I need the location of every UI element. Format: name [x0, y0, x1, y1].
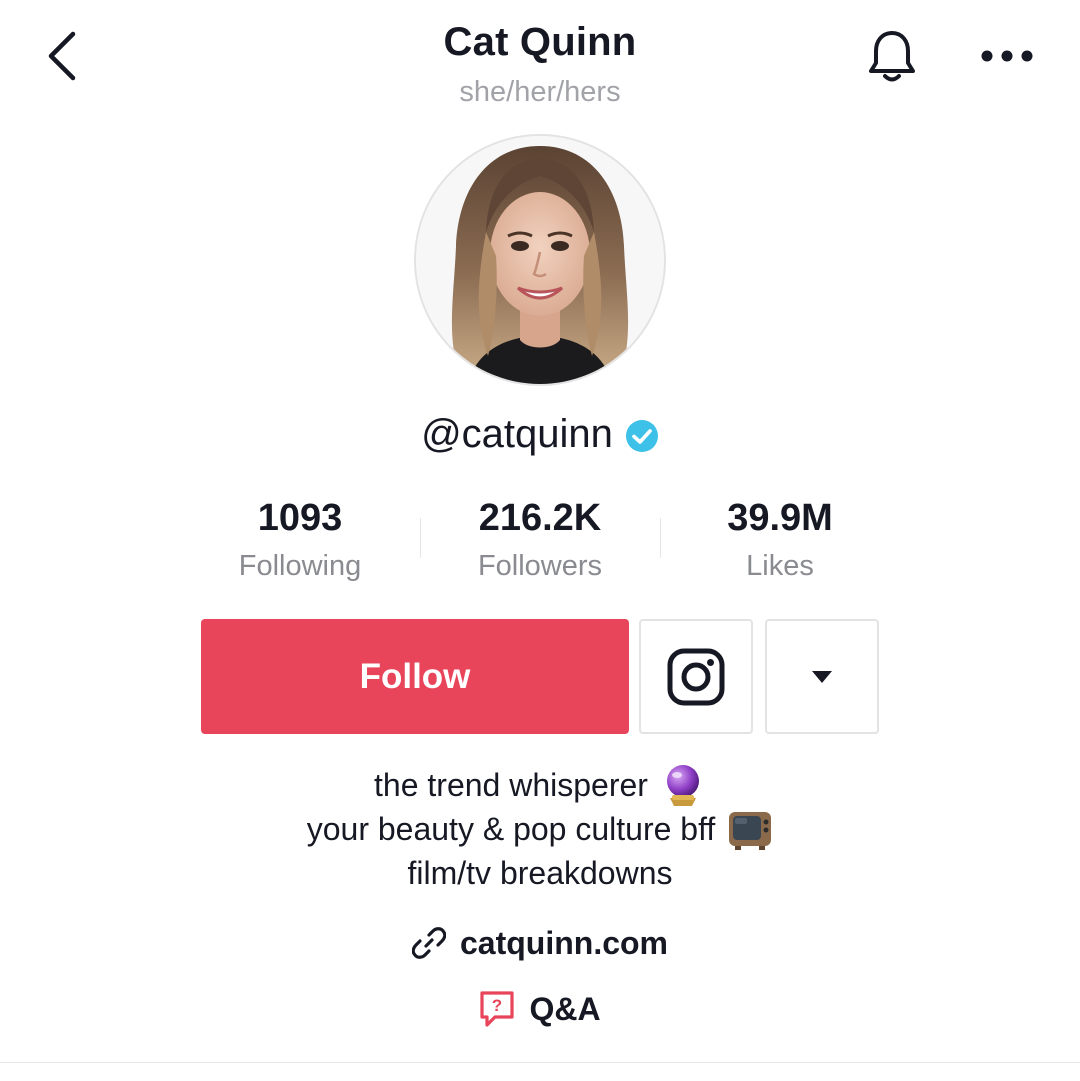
- stat-label: Following: [238, 550, 362, 582]
- bio-line: your beauty & pop culture bff: [0, 807, 1080, 851]
- username-row: @catquinn: [0, 406, 1080, 462]
- profile-link[interactable]: catquinn.com: [0, 918, 1080, 968]
- stat-label: Followers: [477, 550, 603, 582]
- section-divider: [0, 1062, 1080, 1063]
- more-actions-dropdown[interactable]: [765, 619, 879, 734]
- link-icon: [411, 927, 446, 959]
- crystal-ball-icon: [666, 765, 699, 806]
- instagram-icon: [667, 648, 725, 705]
- follow-button[interactable]: Follow: [201, 619, 629, 734]
- stat-value: 216.2K: [478, 497, 602, 539]
- avatar-image: [416, 136, 664, 384]
- stats-bar: 1093 Following 216.2K Followers 39.9M Li…: [180, 494, 900, 590]
- stat-likes[interactable]: 39.9M Likes: [660, 494, 900, 590]
- bio: the trend whisperer your beauty & pop cu…: [0, 763, 1080, 895]
- stat-label: Likes: [746, 550, 814, 582]
- bio-text: the trend whisperer: [374, 767, 648, 803]
- question-bubble-icon: ?: [480, 991, 515, 1027]
- television-icon: [729, 812, 772, 850]
- more-options-button[interactable]: [976, 28, 1038, 84]
- notifications-button[interactable]: [860, 24, 924, 88]
- verified-badge-icon: [625, 420, 658, 452]
- avatar[interactable]: [414, 134, 666, 386]
- link-text: catquinn.com: [459, 924, 668, 961]
- bio-text: film/tv breakdowns: [407, 855, 673, 891]
- stat-value: 39.9M: [727, 497, 833, 539]
- stat-following[interactable]: 1093 Following: [180, 494, 420, 590]
- instagram-button[interactable]: [639, 619, 753, 734]
- qa-link[interactable]: ? Q&A: [0, 984, 1080, 1034]
- username: @catquinn: [421, 412, 613, 456]
- svg-text:?: ?: [492, 996, 502, 1015]
- bio-line: the trend whisperer: [0, 763, 1080, 807]
- more-dots-icon: [981, 50, 1033, 62]
- stat-value: 1093: [257, 497, 343, 539]
- bio-text: your beauty & pop culture bff: [306, 811, 716, 847]
- caret-down-icon: [812, 670, 832, 683]
- qa-text: Q&A: [529, 990, 601, 1027]
- bell-icon: [869, 31, 915, 82]
- stat-followers[interactable]: 216.2K Followers: [420, 494, 660, 590]
- bio-line: film/tv breakdowns: [0, 851, 1080, 895]
